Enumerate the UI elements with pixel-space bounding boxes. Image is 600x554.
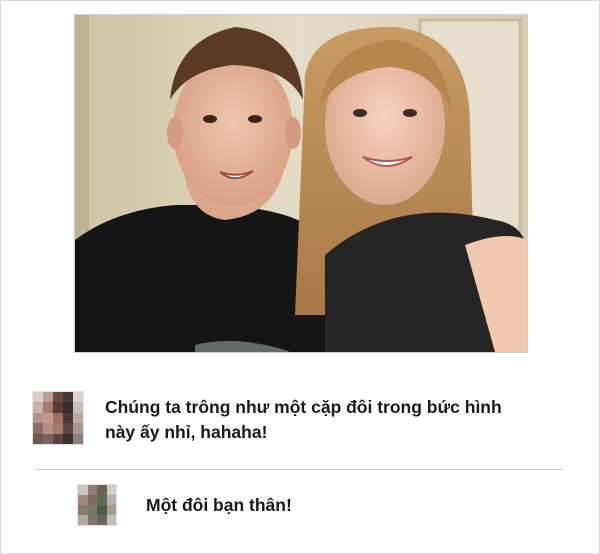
comment-text: Chúng ta trông như một cặp đôi trong bức…: [105, 397, 502, 442]
selfie-photo: [74, 14, 528, 353]
comment-2: Một đôi bạn thân!: [77, 484, 292, 526]
comment-text: Một đôi bạn thân!: [146, 495, 292, 515]
divider: [36, 469, 563, 470]
blurred-avatar[interactable]: [32, 391, 84, 445]
comment-1: Chúng ta trông như một cặp đôi trong bức…: [32, 391, 525, 445]
blurred-avatar[interactable]: [77, 484, 117, 526]
